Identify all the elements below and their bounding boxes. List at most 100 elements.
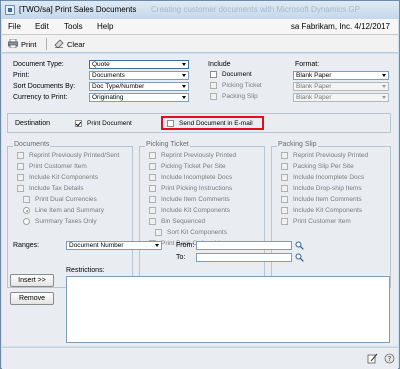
doc-tax-details-checkbox[interactable] xyxy=(17,185,24,192)
sort-by-dropdown[interactable]: Doc Type/Number xyxy=(89,82,189,91)
window-app-icon xyxy=(5,5,15,15)
chevron-down-icon xyxy=(180,94,188,101)
pack-drop-ship-label: Include Drop-ship Items xyxy=(293,185,362,192)
sort-by-value: Doc Type/Number xyxy=(92,83,145,90)
menu-help[interactable]: Help xyxy=(97,22,113,31)
chevron-down-icon xyxy=(180,83,188,90)
doc-tax-details-label: Include Tax Details xyxy=(29,185,84,192)
from-lookup-icon[interactable] xyxy=(295,241,304,250)
pack-drop-ship-checkbox[interactable] xyxy=(281,185,288,192)
send-email-checkbox[interactable] xyxy=(167,120,174,127)
documents-group-title: Documents xyxy=(13,141,51,148)
window-title: [TWO/sa] Print Sales Documents xyxy=(19,5,137,14)
chevron-down-icon xyxy=(180,61,188,68)
document-type-value: Quote xyxy=(92,61,110,68)
document-format-dropdown[interactable]: Blank Paper xyxy=(293,71,389,80)
help-icon[interactable]: ? xyxy=(384,353,395,366)
chevron-down-icon xyxy=(180,72,188,79)
picking-ticket-format-dropdown[interactable]: Blank Paper xyxy=(293,82,389,91)
pick-sort-kit-checkbox[interactable] xyxy=(155,229,162,236)
menu-edit[interactable]: Edit xyxy=(35,22,49,31)
restrictions-list[interactable] xyxy=(66,276,390,343)
clear-button[interactable]: Clear xyxy=(54,39,85,50)
sort-by-label: Sort Documents By: xyxy=(13,83,76,90)
menu-file[interactable]: File xyxy=(8,22,21,31)
include-picking-ticket-checkbox[interactable] xyxy=(210,82,217,89)
chevron-down-icon xyxy=(380,94,388,101)
pack-customer-item-checkbox[interactable] xyxy=(281,218,288,225)
pack-incomplete-docs-label: Include Incomplete Docs xyxy=(293,174,365,181)
to-label: To: xyxy=(176,254,186,261)
from-field[interactable] xyxy=(196,241,292,250)
include-picking-ticket-label: Picking Ticket xyxy=(222,82,262,89)
pack-incomplete-docs-checkbox[interactable] xyxy=(281,174,288,181)
include-packing-slip-checkbox[interactable] xyxy=(210,93,217,100)
background-window-title: Creating customer documents with Microso… xyxy=(151,5,360,14)
print-label: Print xyxy=(21,40,37,49)
print-button[interactable]: Print xyxy=(8,38,37,50)
pick-item-comments-label: Include Item Comments xyxy=(161,196,230,203)
include-packing-slip-label: Packing Slip xyxy=(222,93,258,100)
status-bar: ? xyxy=(2,347,398,369)
note-icon[interactable] xyxy=(367,353,378,366)
packing-slip-format-dropdown[interactable]: Blank Paper xyxy=(293,93,389,102)
print-label: Print: xyxy=(13,72,30,79)
print-sales-documents-window: [TWO/sa] Print Sales Documents Creating … xyxy=(0,0,400,369)
document-type-label: Document Type: xyxy=(13,61,64,68)
menu-tools[interactable]: Tools xyxy=(64,22,83,31)
form-content: Document Type: Quote Print: Documents So… xyxy=(2,54,398,346)
pick-per-site-checkbox[interactable] xyxy=(149,163,156,170)
include-document-checkbox[interactable] xyxy=(210,71,217,78)
print-document-checkbox[interactable] xyxy=(75,120,82,127)
doc-kit-components-label: Include Kit Components xyxy=(29,174,99,181)
doc-kit-components-checkbox[interactable] xyxy=(17,174,24,181)
pack-item-comments-checkbox[interactable] xyxy=(281,196,288,203)
pack-reprint-checkbox[interactable] xyxy=(281,152,288,159)
pick-item-comments-checkbox[interactable] xyxy=(149,196,156,203)
summary-taxes-radio[interactable] xyxy=(23,218,30,225)
pick-reprint-label: Reprint Previously Printed xyxy=(161,152,237,159)
pick-instructions-checkbox[interactable] xyxy=(149,185,156,192)
pick-reprint-checkbox[interactable] xyxy=(149,152,156,159)
doc-customer-item-checkbox[interactable] xyxy=(17,163,24,170)
pack-per-site-label: Packing Slip Per Site xyxy=(293,163,354,170)
doc-reprint-label: Reprint Previously Printed/Sent xyxy=(29,152,120,159)
print-document-label: Print Document xyxy=(87,120,132,127)
format-label: Format: xyxy=(295,61,320,68)
doc-dual-currencies-checkbox[interactable] xyxy=(23,196,30,203)
company-info: sa Fabrikam, Inc. 4/12/2017 xyxy=(290,22,390,31)
currency-dropdown[interactable]: Originating xyxy=(89,93,189,102)
ranges-label: Ranges: xyxy=(13,242,40,249)
pick-instructions-label: Print Picking Instructions xyxy=(161,185,233,192)
doc-reprint-checkbox[interactable] xyxy=(17,152,24,159)
insert-button[interactable]: Insert >> xyxy=(10,274,54,287)
print-dropdown[interactable]: Documents xyxy=(89,71,189,80)
pick-bin-sequenced-checkbox[interactable] xyxy=(149,218,156,225)
document-type-dropdown[interactable]: Quote xyxy=(89,60,189,69)
eraser-icon xyxy=(54,39,64,50)
ranges-dropdown[interactable]: Document Number xyxy=(66,241,162,250)
pack-kit-components-label: Include Kit Components xyxy=(293,207,363,214)
pick-kit-components-label: Include Kit Components xyxy=(161,207,231,214)
menu-bar: File Edit Tools Help sa Fabrikam, Inc. 4… xyxy=(2,19,398,35)
line-item-summary-radio[interactable] xyxy=(23,207,30,214)
pack-per-site-checkbox[interactable] xyxy=(281,163,288,170)
pick-bin-sequenced-label: Bin Sequenced xyxy=(161,218,206,225)
pick-kit-components-checkbox[interactable] xyxy=(149,207,156,214)
pick-sort-kit-label: Sort Kit Components xyxy=(167,229,227,236)
remove-button[interactable]: Remove xyxy=(10,292,54,305)
print-value: Documents xyxy=(92,72,125,79)
pick-incomplete-docs-checkbox[interactable] xyxy=(149,174,156,181)
to-lookup-icon[interactable] xyxy=(295,253,304,262)
pack-customer-item-label: Print Customer Item xyxy=(293,218,351,225)
pack-kit-components-checkbox[interactable] xyxy=(281,207,288,214)
pick-per-site-label: Picking Ticket Per Site xyxy=(161,163,226,170)
currency-label: Currency to Print: xyxy=(13,94,68,101)
toolbar-separator xyxy=(46,38,47,50)
restrictions-label: Restrictions: xyxy=(66,267,105,274)
include-label: Include xyxy=(208,61,231,68)
to-field[interactable] xyxy=(196,253,292,262)
chevron-down-icon xyxy=(153,242,161,249)
send-email-label: Send Document in E-mail xyxy=(179,120,253,127)
chevron-down-icon xyxy=(380,72,388,79)
